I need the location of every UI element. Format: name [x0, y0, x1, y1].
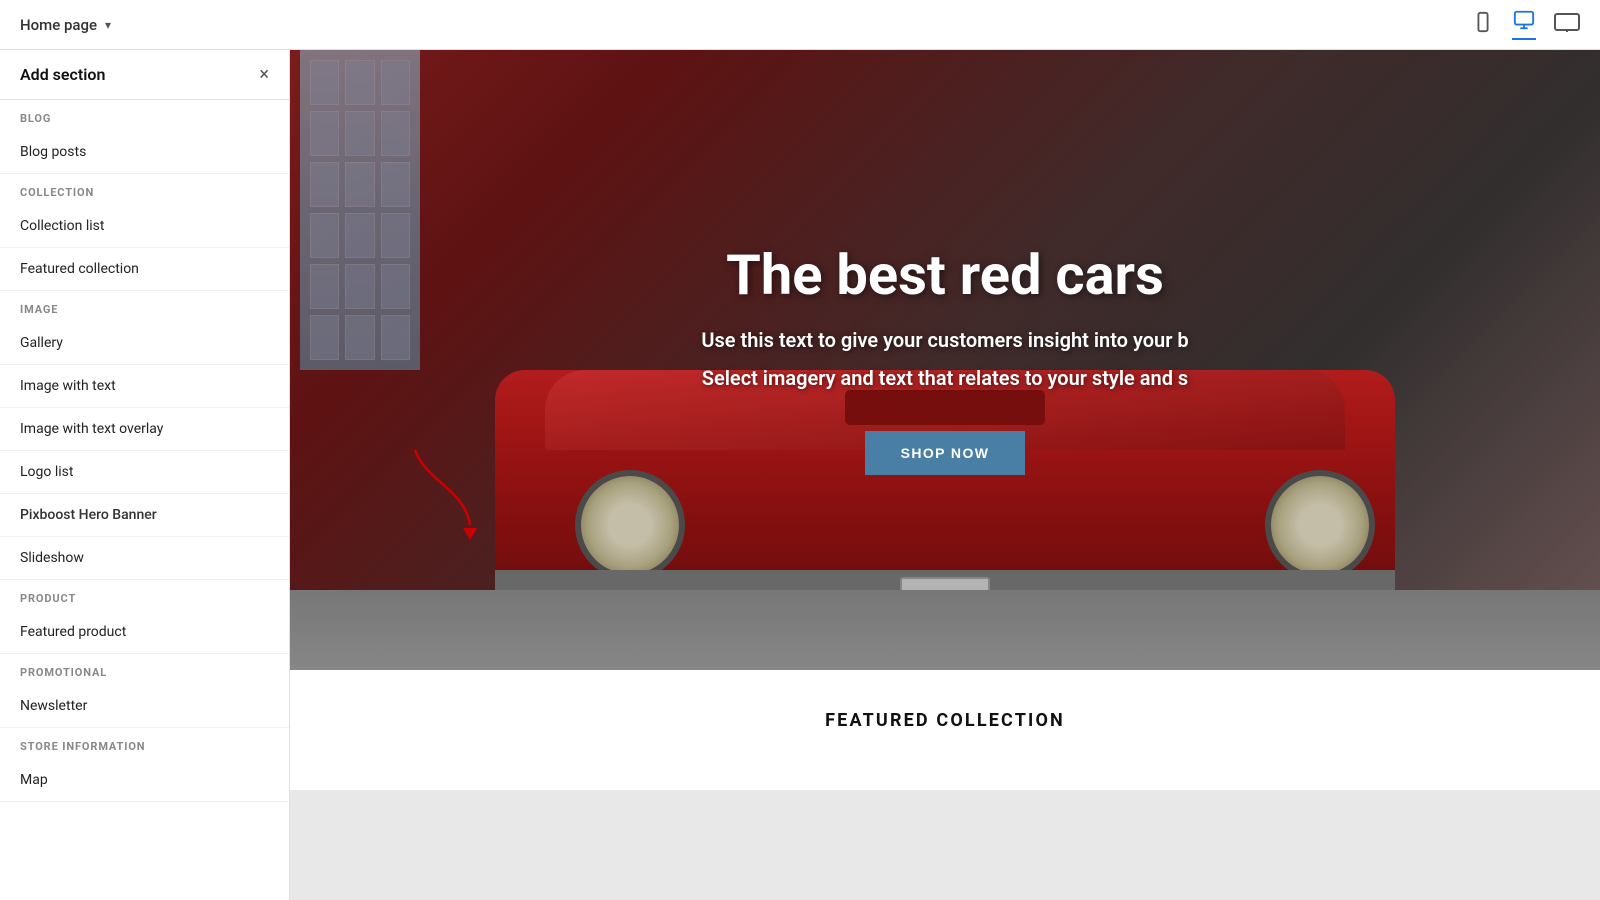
sidebar-title: Add section	[20, 65, 105, 84]
canvas: The best red cars Use this text to give …	[290, 50, 1600, 900]
view-mode-icons	[1472, 9, 1580, 40]
sidebar-item-image-with-text[interactable]: Image with text	[0, 365, 289, 408]
close-icon[interactable]: ×	[259, 64, 269, 85]
sidebar-item-featured-collection[interactable]: Featured collection	[0, 248, 289, 291]
main-layout: Add section × BLOG Blog posts COLLECTION…	[0, 50, 1600, 900]
sidebar-item-pixboost-hero-banner[interactable]: Pixboost Hero Banner	[0, 494, 289, 537]
section-label-image: IMAGE	[0, 291, 289, 322]
page-dropdown-chevron[interactable]: ▾	[105, 18, 111, 32]
header: Home page ▾	[0, 0, 1600, 50]
header-left: Home page ▾	[20, 16, 111, 34]
sidebar-item-logo-list[interactable]: Logo list	[0, 451, 289, 494]
sidebar-item-collection-list[interactable]: Collection list	[0, 205, 289, 248]
sidebar-item-slideshow[interactable]: Slideshow	[0, 537, 289, 580]
widescreen-view-icon[interactable]	[1554, 11, 1580, 38]
sidebar-header: Add section ×	[0, 50, 289, 100]
hero-overlay: The best red cars Use this text to give …	[290, 50, 1600, 670]
sidebar-item-blog-posts[interactable]: Blog posts	[0, 131, 289, 174]
hero-section: The best red cars Use this text to give …	[290, 50, 1600, 670]
section-label-blog: BLOG	[0, 100, 289, 131]
featured-collection-title: FEATURED COLLECTION	[310, 710, 1580, 731]
desktop-view-icon[interactable]	[1512, 9, 1536, 40]
sidebar: Add section × BLOG Blog posts COLLECTION…	[0, 50, 290, 900]
section-label-collection: COLLECTION	[0, 174, 289, 205]
hero-subtitle-line1: Use this text to give your customers ins…	[701, 325, 1188, 355]
sidebar-item-map[interactable]: Map	[0, 759, 289, 802]
sidebar-item-newsletter[interactable]: Newsletter	[0, 685, 289, 728]
sidebar-item-image-with-text-overlay[interactable]: Image with text overlay	[0, 408, 289, 451]
shop-now-button[interactable]: SHOP NOW	[865, 431, 1026, 475]
sidebar-item-featured-product[interactable]: Featured product	[0, 611, 289, 654]
section-label-promotional: PROMOTIONAL	[0, 654, 289, 685]
featured-collection-section: FEATURED COLLECTION	[290, 670, 1600, 790]
mobile-view-icon[interactable]	[1472, 11, 1494, 38]
page-selector[interactable]: Home page	[20, 16, 97, 34]
sidebar-item-gallery[interactable]: Gallery	[0, 322, 289, 365]
section-label-product: PRODUCT	[0, 580, 289, 611]
hero-title: The best red cars	[726, 245, 1164, 307]
section-label-store-information: STORE INFORMATION	[0, 728, 289, 759]
hero-subtitle-line2: Select imagery and text that relates to …	[702, 363, 1188, 393]
